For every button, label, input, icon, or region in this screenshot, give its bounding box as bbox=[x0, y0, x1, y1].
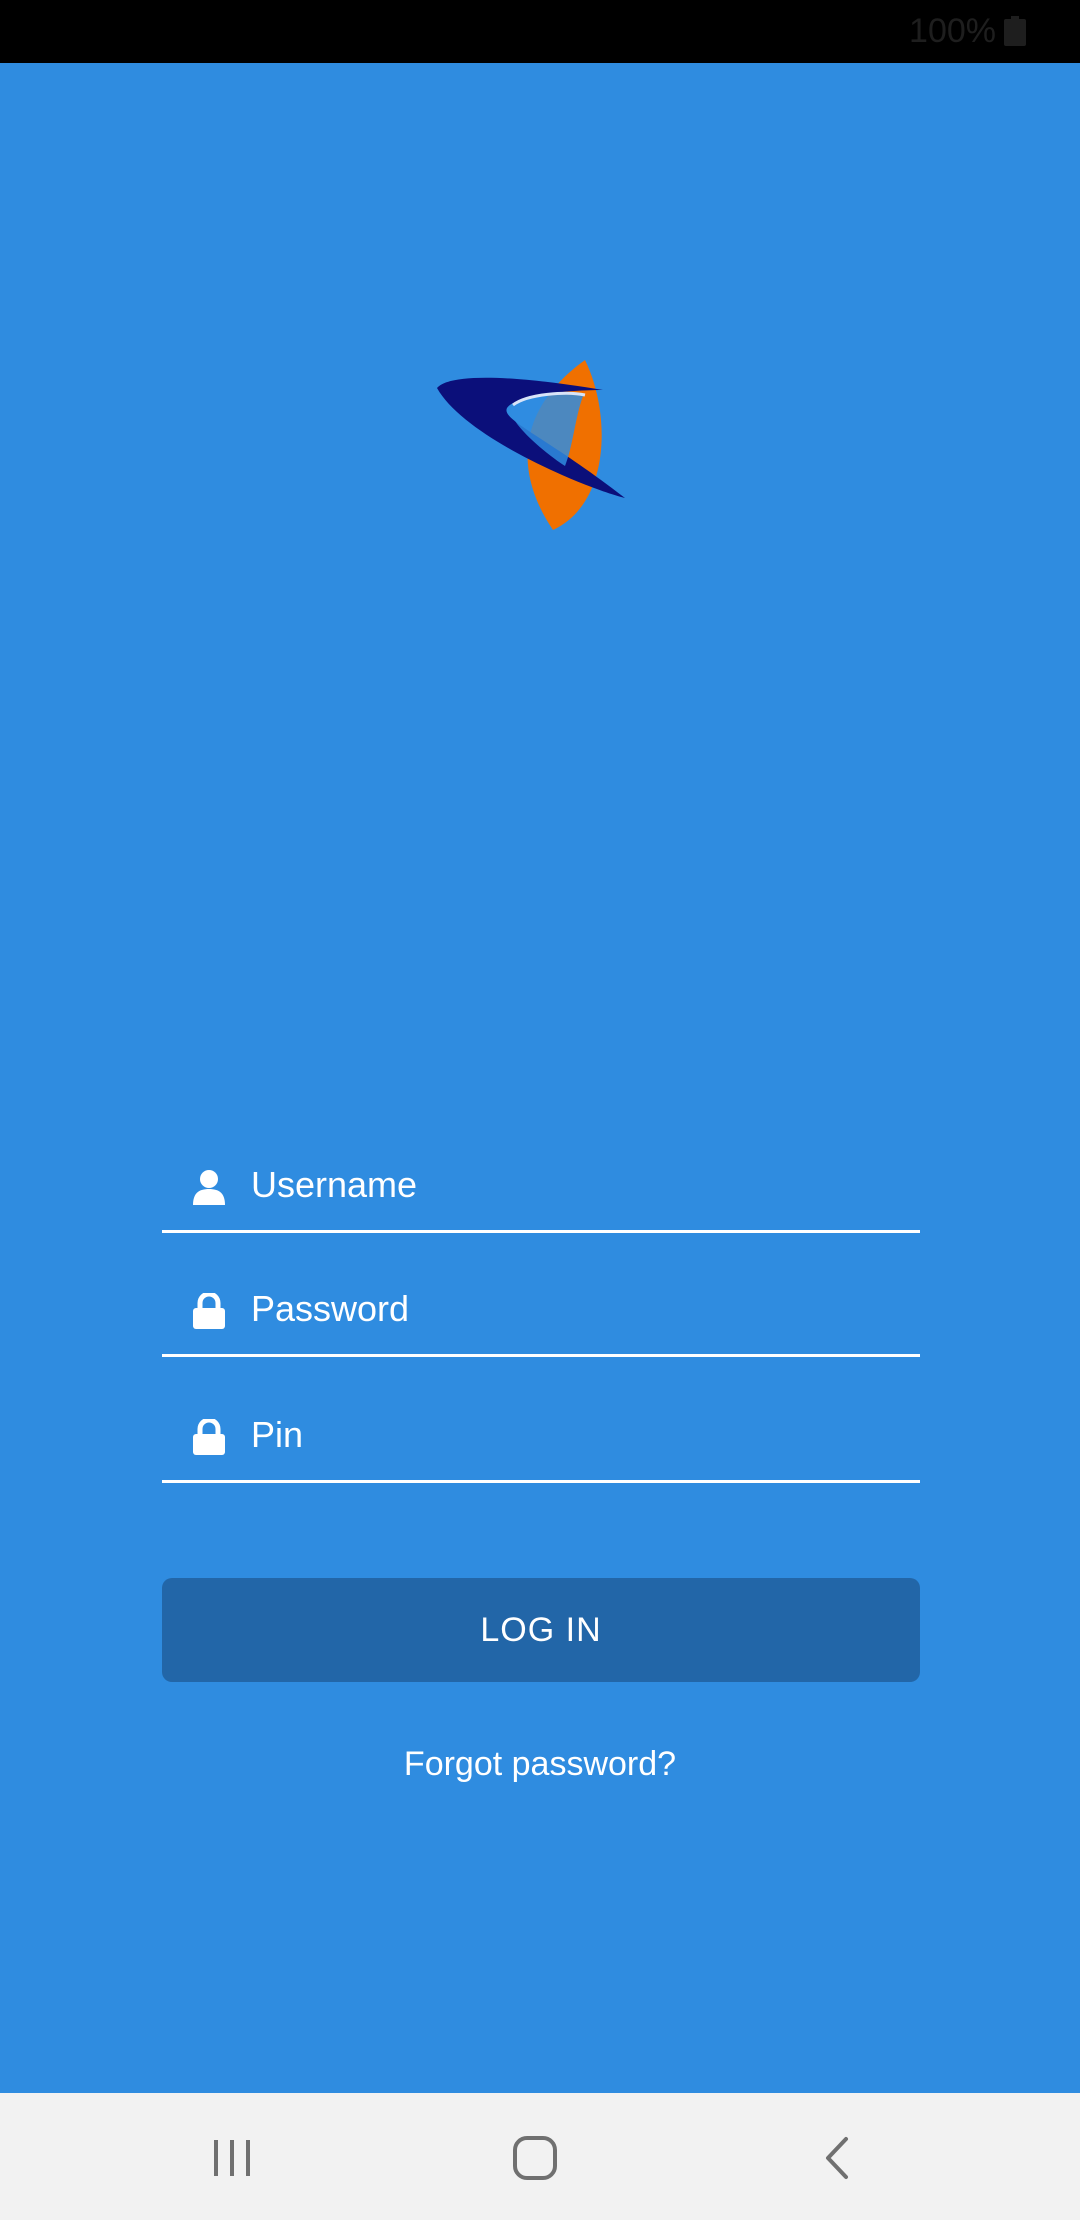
password-input[interactable] bbox=[251, 1281, 891, 1337]
status-bar: 100% bbox=[0, 0, 1080, 63]
pin-input[interactable] bbox=[251, 1407, 891, 1463]
battery-percentage: 100% bbox=[909, 12, 996, 50]
login-button[interactable]: LOG IN bbox=[162, 1578, 920, 1682]
navigation-bar bbox=[0, 2093, 1080, 2220]
home-icon[interactable] bbox=[510, 2133, 560, 2183]
username-input[interactable] bbox=[251, 1157, 891, 1213]
recents-icon[interactable] bbox=[207, 2133, 257, 2183]
forgot-password-link[interactable]: Forgot password? bbox=[0, 1745, 1080, 1784]
user-icon bbox=[193, 1170, 225, 1205]
password-field[interactable] bbox=[162, 1265, 920, 1357]
lock-icon bbox=[193, 1293, 225, 1329]
company-logo bbox=[437, 360, 625, 530]
username-field[interactable] bbox=[162, 1141, 920, 1233]
lock-icon bbox=[193, 1419, 225, 1455]
pin-field[interactable] bbox=[162, 1391, 920, 1483]
battery-icon bbox=[1004, 16, 1026, 46]
back-icon[interactable] bbox=[814, 2133, 864, 2183]
